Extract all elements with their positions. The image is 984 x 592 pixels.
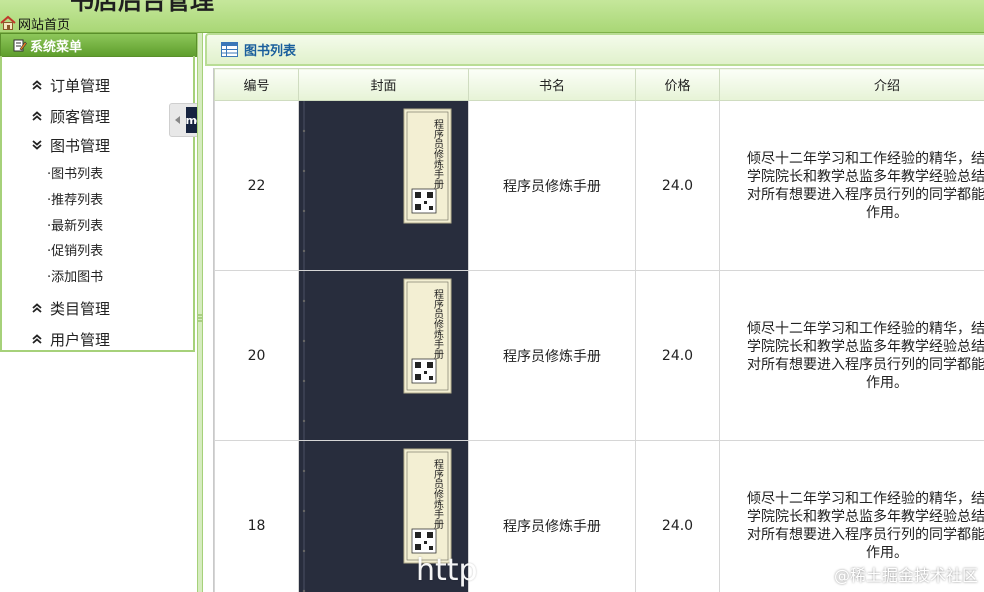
- table-row: 20 程序员修炼手册 程序员修炼手册 24.0 倾尽十二年学习和工作经验的精华，…: [214, 270, 984, 441]
- table-list-icon: [221, 42, 238, 57]
- menu-group-books[interactable]: 图书管理: [32, 133, 110, 157]
- cell-id: 22: [214, 100, 299, 271]
- menu-group-orders[interactable]: 订单管理: [32, 73, 110, 97]
- menu-group-label: 订单管理: [50, 76, 111, 95]
- sidebar-header: 系统菜单: [0, 33, 197, 57]
- sidebar-item-recommend-list[interactable]: ·推荐列表: [47, 191, 103, 211]
- cell-title[interactable]: 程序员修炼手册: [468, 100, 636, 271]
- book-table-wrap: 编号 封面 书名 价格 介绍 22 程序员修炼手册 程序员修炼手册 24.0 倾…: [213, 68, 984, 592]
- intro-line: 倾尽十二年学习和工作经验的精华，结合北京: [747, 150, 984, 167]
- sidebar-item-add-book[interactable]: ·添加图书: [47, 268, 103, 288]
- intro-line: 学院院长和教学总监多年教学经验总结，特著: [747, 168, 984, 185]
- cell-id: 18: [214, 440, 299, 592]
- book-table: 编号 封面 书名 价格 介绍 22 程序员修炼手册 程序员修炼手册 24.0 倾…: [214, 68, 984, 592]
- grip-icon: [198, 314, 202, 322]
- menu-group-users[interactable]: 用户管理: [32, 327, 110, 351]
- column-header-id: 编号: [214, 68, 299, 101]
- chevron-up-double-icon: [32, 303, 42, 313]
- app-title: 书店后台管理: [70, 0, 214, 15]
- chevron-up-double-icon: [32, 111, 42, 121]
- intro-line: 作用。: [866, 374, 908, 391]
- panel-header: 图书列表: [205, 33, 984, 66]
- book-cover-image[interactable]: 程序员修炼手册: [299, 271, 468, 440]
- menu-group-customers[interactable]: 顾客管理: [32, 104, 110, 128]
- panel-title: 图书列表: [244, 44, 297, 59]
- cell-intro: 倾尽十二年学习和工作经验的精华，结合北京 学院院长和教学总监多年教学经验总结，特…: [719, 100, 984, 271]
- sidebar-title: 系统菜单: [30, 39, 83, 55]
- cover-title-text: 程序员修炼手册: [432, 289, 444, 360]
- chevron-up-double-icon: [32, 80, 42, 90]
- sidebar-item-book-list[interactable]: ·图书列表: [47, 165, 103, 185]
- cell-title[interactable]: 程序员修炼手册: [468, 270, 636, 441]
- sidebar-item-promo-list[interactable]: ·促销列表: [47, 242, 103, 262]
- menu-group-label: 图书管理: [50, 136, 111, 155]
- menu-group-label: 类目管理: [50, 299, 111, 318]
- cell-title[interactable]: 程序员修炼手册: [468, 440, 636, 592]
- column-header-cover: 封面: [298, 68, 469, 101]
- cover-title-text: 程序员修炼手册: [432, 119, 444, 190]
- home-link-label: 网站首页: [18, 17, 71, 33]
- cell-cover: 程序员修炼手册: [298, 270, 469, 441]
- intro-line: 作用。: [866, 204, 908, 221]
- sidebar-splitter[interactable]: [197, 33, 203, 592]
- intro-line: 对所有想要进入程序员行列的同学都能起到一: [747, 526, 984, 543]
- column-header-title: 书名: [468, 68, 636, 101]
- table-header-row: 编号 封面 书名 价格 介绍: [214, 68, 984, 101]
- intro-line: 对所有想要进入程序员行列的同学都能起到一: [747, 186, 984, 203]
- cell-price: 24.0: [635, 440, 720, 592]
- cell-cover: 程序员修炼手册: [298, 100, 469, 271]
- sidebar: 系统菜单 订单管理 顾客管理 图书管理 ·图书列表 ·推荐列表 ·最新列表 ·促…: [0, 33, 204, 592]
- cell-price: 24.0: [635, 270, 720, 441]
- cell-id: 20: [214, 270, 299, 441]
- intro-line: 学院院长和教学总监多年教学经验总结，特著: [747, 508, 984, 525]
- sidebar-item-newest-list[interactable]: ·最新列表: [47, 217, 103, 237]
- menu-group-categories[interactable]: 类目管理: [32, 296, 110, 320]
- intro-line: 对所有想要进入程序员行列的同学都能起到一: [747, 356, 984, 373]
- cell-price: 24.0: [635, 100, 720, 271]
- cover-title-text: 程序员修炼手册: [432, 459, 444, 530]
- chevron-up-double-icon: [32, 334, 42, 344]
- book-cover-image[interactable]: 程序员修炼手册: [299, 101, 468, 270]
- home-icon: [0, 15, 16, 30]
- top-header: 书店后台管理 网站首页: [0, 0, 984, 33]
- watermark-url: http: [416, 553, 478, 588]
- column-header-intro: 介绍: [719, 68, 984, 101]
- intro-line: 倾尽十二年学习和工作经验的精华，结合北京: [747, 490, 984, 507]
- main-panel: 图书列表 编号 封面 书名 价格 介绍 22 程序员修炼手册 程序员修炼手册 2…: [205, 33, 984, 592]
- edit-menu-icon: [13, 39, 27, 52]
- chevron-down-double-icon: [32, 140, 42, 150]
- menu-group-label: 顾客管理: [50, 107, 111, 126]
- intro-line: 倾尽十二年学习和工作经验的精华，结合北京: [747, 320, 984, 337]
- arrow-left-icon: [175, 116, 180, 124]
- cell-intro: 倾尽十二年学习和工作经验的精华，结合北京 学院院长和教学总监多年教学经验总结，特…: [719, 270, 984, 441]
- table-row: 22 程序员修炼手册 程序员修炼手册 24.0 倾尽十二年学习和工作经验的精华，…: [214, 100, 984, 271]
- intro-line: 学院院长和教学总监多年教学经验总结，特著: [747, 338, 984, 355]
- menu-group-label: 用户管理: [50, 330, 111, 349]
- watermark-site: @稀土掘金技术社区: [833, 566, 978, 585]
- column-header-price: 价格: [635, 68, 720, 101]
- intro-line: 作用。: [866, 544, 908, 561]
- home-link[interactable]: 网站首页: [0, 14, 70, 32]
